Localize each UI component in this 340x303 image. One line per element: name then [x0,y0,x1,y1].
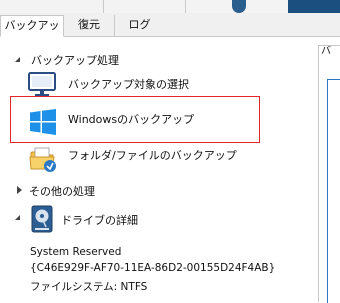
section-header-drive-details: ドライブの詳細 [61,214,138,227]
tab-log[interactable]: ログ [114,15,164,36]
collapse-icon[interactable] [15,57,20,62]
toolbar-divider [185,0,186,13]
disk-icon [31,205,53,233]
folder-icon [29,147,56,172]
right-pane-content [327,79,340,303]
menu-item-folder-backup[interactable]: フォルダ/ファイルのバックアップ [28,142,268,176]
section-header-backup: バックアップ処理 [31,54,119,67]
section-header-other[interactable]: その他の処理 [29,183,95,199]
tab-bar: バックアップ 復元 ログ [0,13,340,52]
right-pane: バ [318,45,340,303]
collapse-icon[interactable] [15,215,20,220]
toolbar-strip [0,0,340,13]
tab-backup[interactable]: バックアップ [0,15,64,52]
drive-id: {C46E929F-AF70-11EA-86D2-00155D24F4AB} [30,262,276,274]
toolbar-button-fragment[interactable] [232,0,246,13]
toolbar-divider [103,0,104,13]
monitor-icon [28,72,56,97]
tab-restore[interactable]: 復元 [67,15,111,36]
menu-item-label: フォルダ/ファイルのバックアップ [68,149,237,162]
menu-item-label: バックアップ対象の選択 [68,78,189,91]
drive-name: System Reserved [30,246,122,258]
highlight-frame [10,96,260,143]
toolbar-button-fragment[interactable] [288,0,340,13]
drive-filesystem: ファイルシステム: NTFS [30,281,148,293]
right-pane-tab[interactable]: バ [321,46,340,60]
expand-icon[interactable] [17,186,22,194]
